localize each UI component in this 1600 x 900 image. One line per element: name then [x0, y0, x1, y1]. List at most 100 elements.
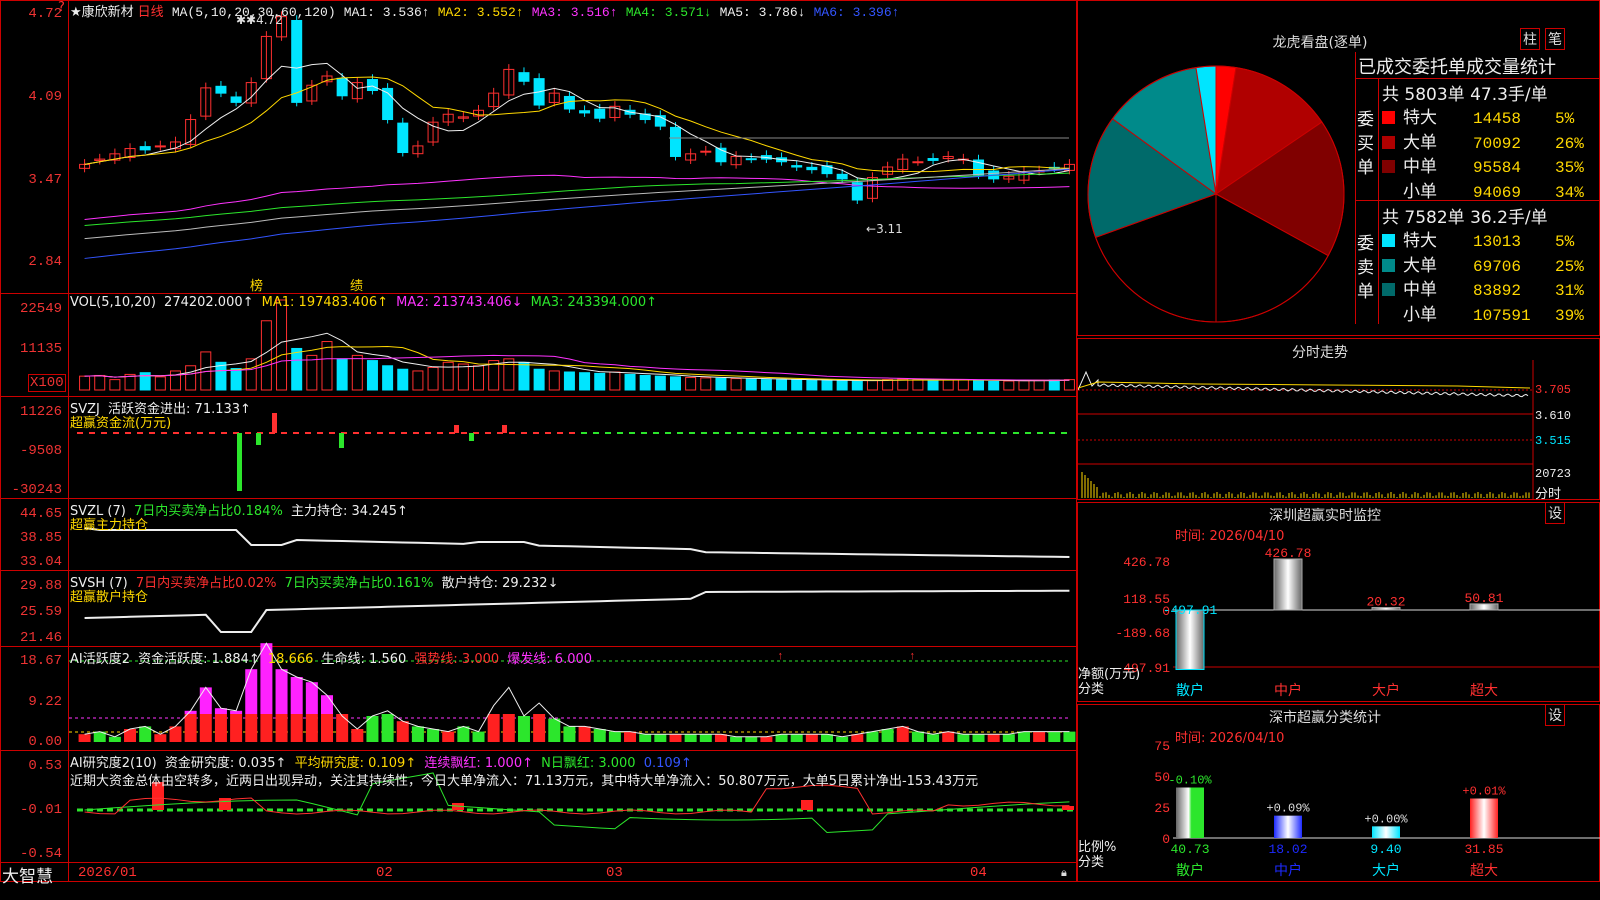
volume-bar	[336, 358, 348, 391]
intraday-vol: 20723	[1535, 467, 1572, 481]
active-bar	[593, 729, 606, 742]
sell-side-label: 委卖单	[1357, 234, 1374, 302]
legend-swatch	[1382, 258, 1395, 272]
active-bar	[381, 714, 394, 742]
candle-body	[366, 79, 378, 92]
order-volume: 13013	[1473, 233, 1522, 251]
monitor-settings-button[interactable]: 设	[1545, 502, 1565, 524]
order-type: 小单	[1403, 181, 1437, 202]
order-type: 大单	[1403, 132, 1437, 153]
active-bar	[942, 731, 955, 742]
classify-axis-label: 25	[1154, 801, 1170, 816]
table-divider	[1355, 78, 1600, 79]
up-arrow-mark: ↑	[777, 651, 784, 663]
volume-bar	[1018, 380, 1030, 391]
candle-body	[397, 122, 409, 154]
classify-cat-label: 散户	[1176, 862, 1204, 879]
ma-line	[84, 168, 1070, 240]
active-bar	[563, 726, 576, 742]
order-row: 特大 13013 5%	[1382, 226, 1574, 251]
ai-active-axis: 9.22	[28, 694, 62, 710]
active-bar	[1048, 731, 1061, 742]
active-bar	[245, 714, 258, 742]
active-bar	[987, 734, 1000, 742]
lock-icon[interactable]: 🔒︎	[1061, 866, 1067, 880]
ma-line	[84, 168, 1070, 259]
active-bar	[927, 734, 940, 742]
classify-bar-chart[interactable]: 7550250-0.10%40.73散户+0.09%18.02中户+0.00%9…	[1078, 740, 1600, 882]
volume-bar	[866, 379, 878, 391]
monitor-xlabel: 分类	[1078, 682, 1105, 697]
active-bar	[972, 734, 985, 742]
candle-body	[912, 161, 924, 164]
volume-bar	[245, 358, 257, 391]
active-bar	[911, 731, 924, 742]
active-bar	[230, 714, 243, 742]
order-row: 大单 70092 26%	[1382, 128, 1584, 153]
volume-bar	[821, 380, 833, 391]
classify-cat-label: 大户	[1372, 862, 1400, 879]
active-bar	[1017, 731, 1030, 742]
ai-research-t1: 资金研究度: 0.035↑	[164, 756, 287, 771]
ai-active-t4: 强势线: 3.000	[414, 652, 500, 667]
order-stats-tabs[interactable]: 已成交委托单成交量统计	[1358, 53, 1598, 79]
vol-header: VOL(5,10,20) 274202.000↑ MA1: 197483.406…	[70, 295, 661, 310]
order-pct: 25%	[1555, 257, 1584, 276]
order-pct: 5%	[1555, 110, 1575, 128]
vol-ma2: MA2: 213743.406↓	[396, 295, 523, 310]
classify-settings-button[interactable]: 设	[1545, 704, 1565, 726]
order-row: 中单 95584 35%	[1382, 152, 1584, 177]
active-bar	[199, 687, 212, 714]
active-bar	[275, 714, 288, 742]
intraday-chart[interactable]	[1078, 360, 1600, 500]
svzj-axis: -30243	[11, 482, 62, 498]
monitor-bar-chart[interactable]: 426.78118.550-189.68-497.91-497.91散户426.…	[1078, 540, 1600, 700]
volume-bar	[473, 365, 485, 391]
kline-chart[interactable]: ↑ ↑	[69, 0, 1076, 882]
flow-bar	[237, 433, 242, 491]
date-tick: 2026/01	[78, 865, 137, 881]
volume-bar	[776, 379, 788, 391]
order-pct: 34%	[1555, 183, 1584, 202]
flow-bar	[256, 433, 261, 445]
volume-bar	[79, 375, 91, 391]
active-bar	[639, 734, 652, 742]
classify-cat-label: 中户	[1274, 862, 1302, 879]
candle-body	[518, 72, 530, 82]
vol-unit-badge[interactable]: X100	[28, 374, 66, 392]
volume-bar	[533, 368, 545, 391]
pen-view-button[interactable]: 笔	[1545, 28, 1565, 50]
active-bar	[502, 714, 515, 742]
volume-bar	[836, 380, 848, 391]
order-row: 特大 14458 5%	[1382, 103, 1574, 128]
ai-research-axis: -0.54	[19, 846, 62, 862]
svsh-t1: 7日内买卖净占比0.02%	[135, 576, 277, 591]
classify-change-label: +0.09%	[1266, 802, 1310, 816]
candle-body	[745, 158, 757, 161]
dragon-pie-chart[interactable]	[1080, 58, 1352, 330]
volume-bar	[154, 376, 166, 391]
volume-bar	[973, 380, 985, 391]
volume-bar	[988, 380, 1000, 391]
order-pct: 31%	[1555, 282, 1584, 300]
volume-bar	[882, 379, 894, 391]
monitor-ylabel: 净额(万元)	[1078, 667, 1141, 682]
bar-view-button[interactable]: 柱	[1520, 28, 1540, 50]
classify-axis-titles: 比例% 分类	[1078, 840, 1116, 870]
svzj-axis: -9508	[19, 443, 62, 459]
flow-bar	[272, 413, 277, 433]
volume-bar	[685, 377, 697, 391]
svsh-t2: 7日内买卖净占比0.161%	[284, 576, 434, 591]
volume-bar	[260, 320, 272, 391]
active-bar	[214, 714, 227, 742]
monitor-bar	[1273, 558, 1303, 611]
classify-value-label: 40.73	[1170, 842, 1209, 857]
volume-bar	[518, 361, 530, 391]
active-bar	[275, 669, 288, 714]
date-tick: 02	[376, 865, 393, 881]
monitor-axis-titles: 净额(万元) 分类	[1078, 667, 1140, 697]
svzj-sub: 超赢资金流(万元)	[70, 416, 172, 431]
active-bar	[533, 714, 546, 742]
brand-logo[interactable]: 大智慧	[2, 862, 53, 887]
active-bar	[396, 721, 409, 742]
